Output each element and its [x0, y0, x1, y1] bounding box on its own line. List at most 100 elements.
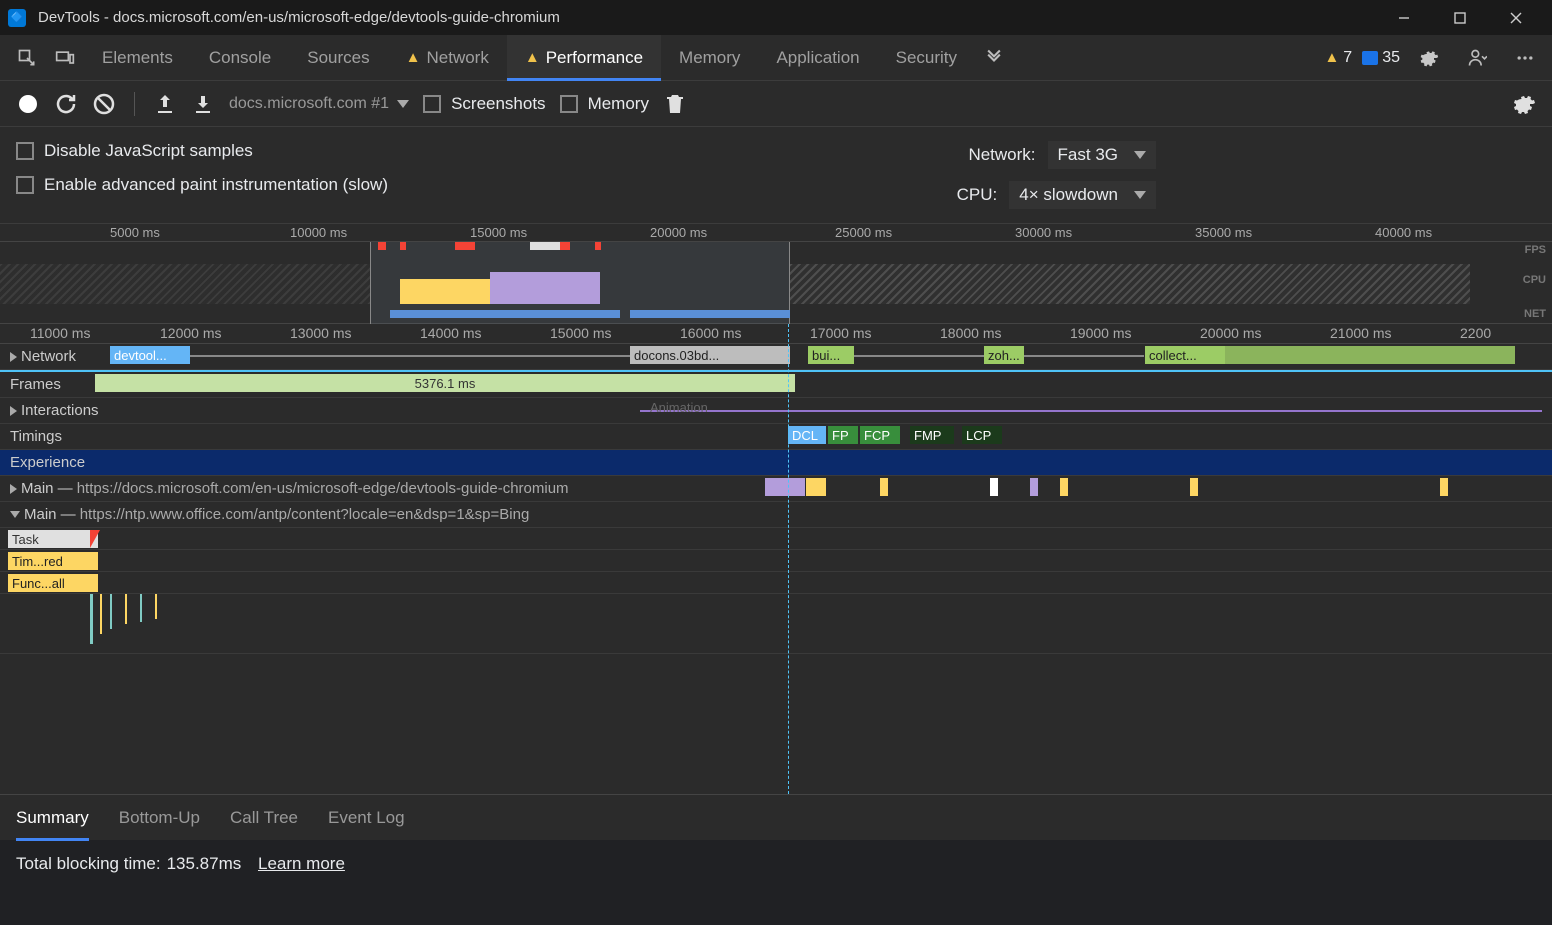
task-bar[interactable]: Task: [8, 530, 98, 548]
maximize-button[interactable]: [1432, 0, 1488, 35]
screenshots-label: Screenshots: [451, 94, 546, 114]
close-button[interactable]: [1488, 0, 1544, 35]
tab-memory[interactable]: Memory: [661, 35, 758, 81]
flame-bar[interactable]: [990, 478, 998, 496]
record-button[interactable]: [16, 92, 40, 116]
disable-js-checkbox[interactable]: Disable JavaScript samples: [16, 141, 388, 161]
track-main-1[interactable]: Main — https://docs.microsoft.com/en-us/…: [0, 476, 1552, 502]
learn-more-link[interactable]: Learn more: [258, 854, 345, 874]
timeline-overview[interactable]: 5000 ms 10000 ms 15000 ms 20000 ms 25000…: [0, 224, 1552, 324]
inspect-icon[interactable]: [12, 43, 42, 73]
device-icon[interactable]: [50, 43, 80, 73]
cpu-throttle: CPU: 4× slowdown: [957, 181, 1156, 209]
track-func[interactable]: Func...all: [0, 572, 1552, 594]
recording-select[interactable]: docs.microsoft.com #1: [229, 95, 409, 113]
warning-count[interactable]: ▲7: [1324, 49, 1352, 67]
minimize-button[interactable]: [1376, 0, 1432, 35]
tab-security[interactable]: Security: [878, 35, 975, 81]
capture-settings: Disable JavaScript samples Enable advanc…: [0, 127, 1552, 224]
frame-bar[interactable]: 5376.1 ms: [95, 374, 795, 392]
overview-cpu-chart: [490, 272, 600, 304]
timer-bar[interactable]: Tim...red: [8, 552, 98, 570]
timing-fcp[interactable]: FCP: [860, 426, 900, 444]
flame-bar[interactable]: [765, 478, 805, 496]
tab-performance[interactable]: ▲Performance: [507, 35, 661, 81]
flamechart[interactable]: 11000 ms 12000 ms 13000 ms 14000 ms 1500…: [0, 324, 1552, 794]
capture-settings-icon[interactable]: [1512, 92, 1536, 116]
tab-event-log[interactable]: Event Log: [328, 795, 405, 841]
track-timings[interactable]: Timings DCL FP FCP FMP LCP: [0, 424, 1552, 450]
timing-fmp[interactable]: FMP: [910, 426, 954, 444]
func-bar[interactable]: Func...all: [8, 574, 98, 592]
ruler-tick: 14000 ms: [420, 325, 481, 341]
stack-line: [100, 594, 102, 634]
experience-track-label: Experience: [10, 454, 85, 471]
tab-application[interactable]: Application: [758, 35, 877, 81]
enable-paint-checkbox[interactable]: Enable advanced paint instrumentation (s…: [16, 175, 388, 195]
ruler-tick: 12000 ms: [160, 325, 221, 341]
network-bar[interactable]: collect...: [1145, 346, 1225, 364]
flame-bar[interactable]: [880, 478, 888, 496]
chevron-down-icon: [1134, 191, 1146, 199]
info-count[interactable]: 35: [1362, 49, 1400, 67]
overview-net: [390, 310, 620, 318]
track-timer[interactable]: Tim...red: [0, 550, 1552, 572]
track-network[interactable]: Network devtool... docons.03bd... bui...…: [0, 344, 1552, 370]
network-bar[interactable]: [1225, 346, 1515, 364]
memory-label: Memory: [588, 94, 649, 114]
overview-marker: [560, 242, 570, 250]
network-bar[interactable]: zoh...: [984, 346, 1024, 364]
track-task[interactable]: Task: [0, 528, 1552, 550]
memory-checkbox[interactable]: Memory: [560, 94, 649, 114]
ruler-tick: 25000 ms: [835, 225, 892, 240]
reload-button[interactable]: [54, 92, 78, 116]
info-icon: [1362, 51, 1378, 65]
tab-call-tree[interactable]: Call Tree: [230, 795, 298, 841]
info-count-value: 35: [1382, 49, 1400, 67]
flame-bar[interactable]: [806, 478, 826, 496]
trash-icon[interactable]: [663, 92, 687, 116]
person-icon[interactable]: [1462, 43, 1492, 73]
collapse-icon[interactable]: [10, 511, 20, 518]
network-bar[interactable]: docons.03bd...: [630, 346, 790, 364]
ruler-tick: 11000 ms: [30, 325, 90, 341]
stack-line: [140, 594, 142, 622]
timing-fp[interactable]: FP: [828, 426, 858, 444]
download-icon[interactable]: [191, 92, 215, 116]
cpu-throttle-select[interactable]: 4× slowdown: [1009, 181, 1156, 209]
more-icon[interactable]: [1510, 43, 1540, 73]
tab-elements[interactable]: Elements: [84, 35, 191, 81]
main-prefix: Main —: [21, 480, 73, 497]
gear-icon[interactable]: [1414, 43, 1444, 73]
expand-icon[interactable]: [10, 484, 17, 494]
stack-line: [110, 594, 112, 629]
flame-bar[interactable]: [1030, 478, 1038, 496]
upload-icon[interactable]: [153, 92, 177, 116]
timing-dcl[interactable]: DCL: [788, 426, 826, 444]
network-throttle-select[interactable]: Fast 3G: [1048, 141, 1156, 169]
tab-sources[interactable]: Sources: [289, 35, 387, 81]
ruler-tick: 18000 ms: [940, 325, 1001, 341]
flame-bar[interactable]: [1060, 478, 1068, 496]
flame-bar[interactable]: [1190, 478, 1198, 496]
tab-console[interactable]: Console: [191, 35, 289, 81]
expand-icon[interactable]: [10, 352, 17, 362]
tab-bottom-up[interactable]: Bottom-Up: [119, 795, 200, 841]
track-stack[interactable]: [0, 594, 1552, 654]
expand-icon[interactable]: [10, 406, 17, 416]
track-main-2[interactable]: Main — https://ntp.www.office.com/antp/c…: [0, 502, 1552, 528]
flame-bar[interactable]: [1440, 478, 1448, 496]
tab-summary[interactable]: Summary: [16, 795, 89, 841]
screenshots-checkbox[interactable]: Screenshots: [423, 94, 546, 114]
window-titlebar: 🔷 DevTools - docs.microsoft.com/en-us/mi…: [0, 0, 1552, 35]
network-bar[interactable]: devtool...: [110, 346, 190, 364]
more-tabs-icon[interactable]: [979, 43, 1009, 73]
timing-lcp[interactable]: LCP: [962, 426, 1002, 444]
network-bar[interactable]: bui...: [808, 346, 854, 364]
track-interactions[interactable]: Interactions Animation: [0, 398, 1552, 424]
enable-paint-label: Enable advanced paint instrumentation (s…: [44, 175, 388, 195]
track-frames[interactable]: Frames 5376.1 ms: [0, 372, 1552, 398]
tab-network[interactable]: ▲Network: [388, 35, 507, 81]
clear-button[interactable]: [92, 92, 116, 116]
track-experience[interactable]: Experience: [0, 450, 1552, 476]
